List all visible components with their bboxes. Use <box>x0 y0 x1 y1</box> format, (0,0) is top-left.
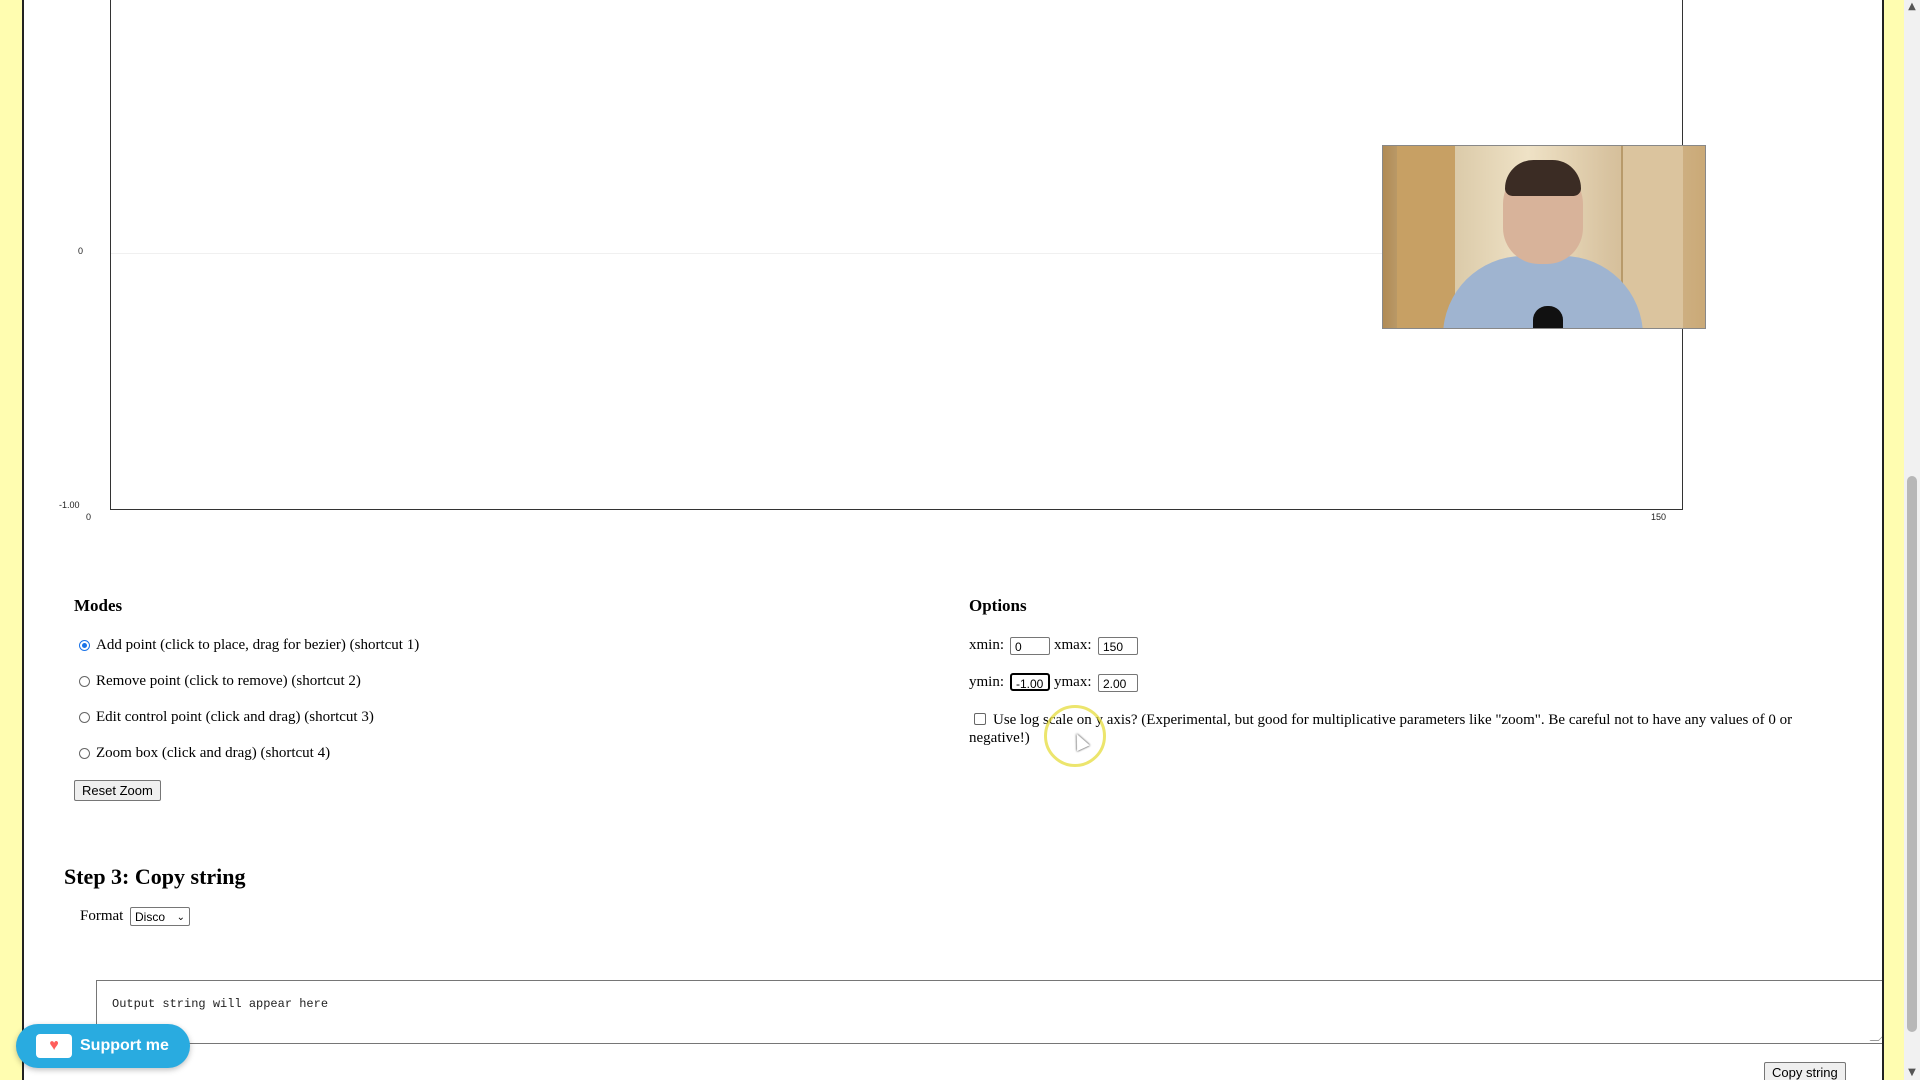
ko-fi-cup-icon: ♥ <box>36 1034 72 1058</box>
y-tick-zero: 0 <box>78 246 84 256</box>
ymin-label: ymin: <box>969 674 1005 690</box>
mode-add-point[interactable]: Add point (click to place, drag for bezi… <box>79 637 419 654</box>
mode-add-point-radio[interactable] <box>79 640 90 651</box>
scroll-down-icon[interactable]: ▼ <box>1904 1066 1920 1080</box>
scroll-up-icon[interactable]: ▲ <box>1904 0 1920 14</box>
webcam-door-left <box>1397 146 1455 328</box>
mode-zoom-box[interactable]: Zoom box (click and drag) (shortcut 4) <box>79 745 330 762</box>
microphone-icon <box>1533 306 1563 328</box>
page-scrollbar[interactable]: ▲ ▼ <box>1904 0 1920 1080</box>
xmax-label: xmax: <box>1054 637 1092 653</box>
mode-zoom-box-radio[interactable] <box>79 748 90 759</box>
copy-string-button[interactable]: Copy string <box>1764 1062 1846 1080</box>
x-tick-max: 150 <box>1651 512 1667 522</box>
chevron-down-icon: ⌄ <box>176 912 185 923</box>
xmin-label: xmin: <box>969 637 1005 653</box>
support-me-button[interactable]: ♥ Support me <box>16 1024 190 1068</box>
xmin-input[interactable]: 0 <box>1010 637 1050 655</box>
mode-remove-point-radio[interactable] <box>79 676 90 687</box>
mode-edit-control-point[interactable]: Edit control point (click and drag) (sho… <box>79 709 374 726</box>
mode-remove-point[interactable]: Remove point (click to remove) (shortcut… <box>79 673 361 690</box>
ymax-input[interactable]: 2.00 <box>1098 674 1138 692</box>
reset-zoom-button[interactable]: Reset Zoom <box>74 780 161 801</box>
output-placeholder: Output string will appear here <box>112 997 329 1011</box>
y-tick-min: -1.00 <box>59 500 80 510</box>
format-label: Format <box>80 908 124 924</box>
ymin-input[interactable]: -1.00 <box>1010 673 1050 691</box>
format-select-value: Disco <box>135 910 166 924</box>
mode-add-point-label: Add point (click to place, drag for bezi… <box>96 637 420 653</box>
options-heading: Options <box>969 596 1027 615</box>
x-tick-min: 0 <box>86 512 92 522</box>
mode-edit-control-point-radio[interactable] <box>79 712 90 723</box>
output-textarea[interactable]: Output string will appear here <box>96 980 1882 1044</box>
support-me-label: Support me <box>80 1037 169 1054</box>
scrollbar-thumb[interactable] <box>1907 476 1917 1032</box>
format-select[interactable]: Disco ⌄ <box>130 907 190 926</box>
xmax-input[interactable]: 150 <box>1098 637 1138 655</box>
webcam-overlay <box>1382 145 1706 329</box>
ymax-label: ymax: <box>1054 674 1092 690</box>
modes-heading: Modes <box>74 596 123 615</box>
resize-handle-icon[interactable] <box>1869 1032 1882 1041</box>
mode-zoom-box-label: Zoom box (click and drag) (shortcut 4) <box>96 745 331 761</box>
webcam-person-hair <box>1505 160 1581 196</box>
mode-edit-control-point-label: Edit control point (click and drag) (sho… <box>96 709 374 725</box>
mode-remove-point-label: Remove point (click to remove) (shortcut… <box>96 673 361 689</box>
step3-heading: Step 3: Copy string <box>64 864 246 889</box>
